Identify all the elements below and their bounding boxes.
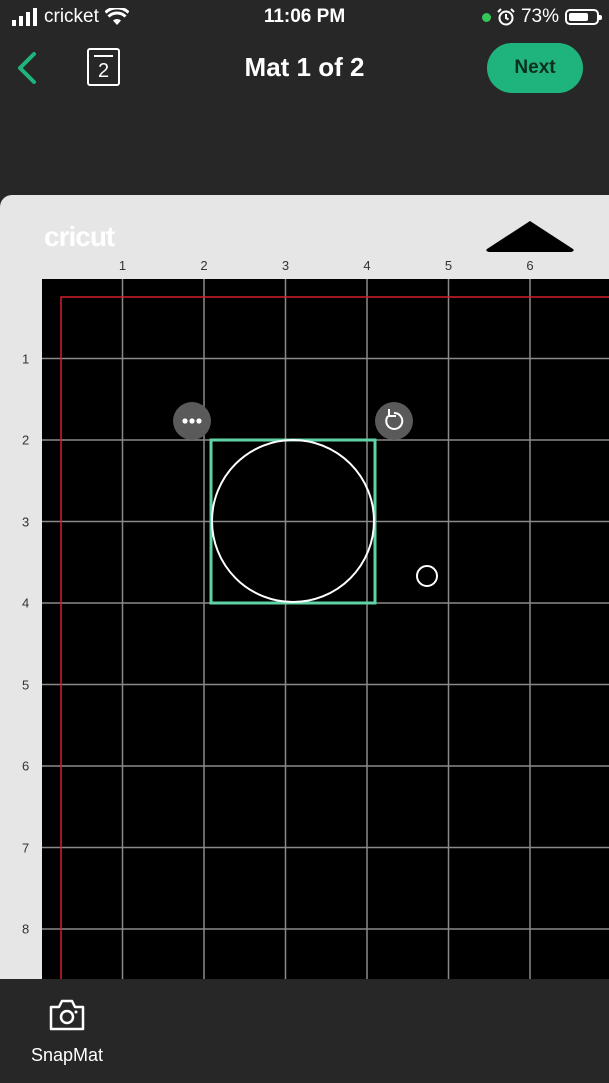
resize-handle-icon[interactable]	[416, 565, 438, 587]
rotate-icon[interactable]	[375, 402, 413, 440]
design-overlay	[173, 402, 438, 605]
more-options-icon[interactable]	[173, 402, 211, 440]
snapmat-button[interactable]: SnapMat	[20, 997, 114, 1067]
camera-icon	[49, 999, 85, 1031]
bottom-toolbar: SnapMat	[0, 979, 609, 1083]
circle-shape[interactable]	[211, 439, 375, 603]
snapmat-label: SnapMat	[30, 1045, 104, 1065]
